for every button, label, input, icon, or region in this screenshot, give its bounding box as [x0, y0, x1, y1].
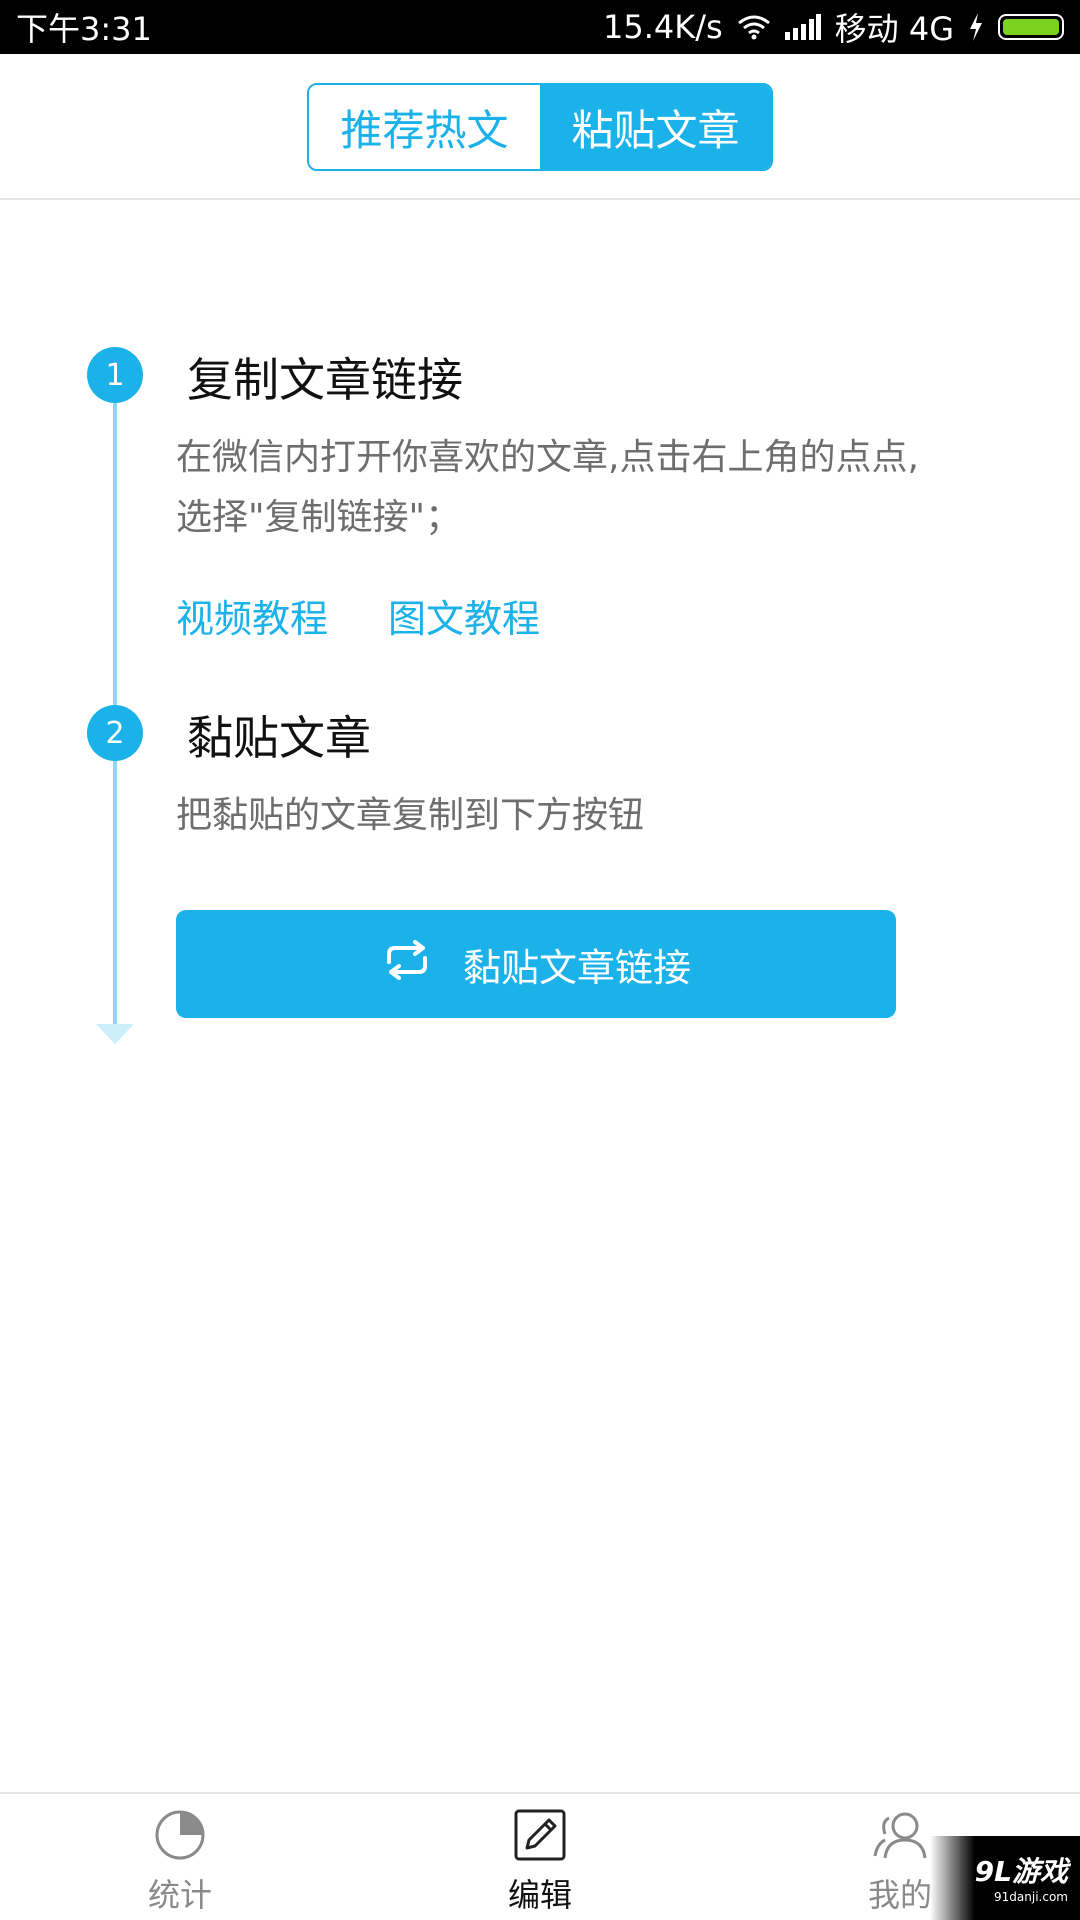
edit-icon — [513, 1808, 567, 1866]
status-bar: 下午3:31 15.4K/s 移动 4G — [0, 0, 1080, 54]
pie-chart-icon — [153, 1808, 207, 1866]
step-1-title: 复制文章链接 — [187, 353, 463, 407]
screen: 下午3:31 15.4K/s 移动 4G 推荐热文 粘贴文章 1 复制文章链接 … — [0, 0, 1080, 1920]
timeline-line — [113, 378, 117, 1026]
user-icon — [871, 1808, 929, 1866]
refresh-icon — [381, 939, 433, 989]
image-tutorial-link[interactable]: 图文教程 — [388, 588, 540, 643]
bottom-nav: 统计 编辑 我的 — [0, 1792, 1080, 1920]
step-2-title: 黏贴文章 — [187, 711, 371, 765]
header: 推荐热文 粘贴文章 — [0, 54, 1080, 200]
tab-recommended-articles[interactable]: 推荐热文 — [309, 85, 540, 169]
paste-article-link-button[interactable]: 黏贴文章链接 — [176, 910, 896, 1018]
battery-icon — [998, 14, 1064, 40]
signal-icon — [784, 14, 821, 40]
timeline-arrow-icon — [96, 1024, 134, 1044]
step-1-desc-line1: 在微信内打开你喜欢的文章,点击右上角的点点, — [176, 437, 919, 478]
nav-label-stats: 统计 — [147, 1876, 212, 1914]
step-1-badge: 1 — [87, 347, 143, 403]
nav-item-edit[interactable]: 编辑 — [360, 1794, 720, 1920]
charging-icon — [968, 13, 984, 41]
tab-switcher: 推荐热文 粘贴文章 — [307, 83, 773, 171]
watermark-sub: 91danji.com — [994, 1890, 1068, 1904]
nav-label-edit: 编辑 — [507, 1876, 572, 1914]
video-tutorial-link[interactable]: 视频教程 — [176, 588, 328, 643]
status-time: 下午3:31 — [16, 10, 152, 48]
paste-button-label: 黏贴文章链接 — [462, 945, 691, 990]
step-1-desc-line2: 选择"复制链接"； — [176, 497, 462, 538]
tab-paste-article[interactable]: 粘贴文章 — [540, 85, 771, 169]
battery-level — [1003, 19, 1059, 35]
watermark-logo: 9L游戏 91danji.com — [930, 1836, 1080, 1920]
step-2-badge: 2 — [87, 705, 143, 761]
network-speed: 15.4K/s — [602, 8, 723, 46]
nav-item-stats[interactable]: 统计 — [0, 1794, 360, 1920]
step-2-desc: 把黏贴的文章复制到下方按钮 — [176, 795, 645, 836]
nav-label-mine: 我的 — [867, 1876, 932, 1914]
wifi-icon — [737, 14, 771, 40]
status-right: 15.4K/s 移动 4G — [603, 4, 1064, 50]
watermark-main: 9L游戏 — [974, 1855, 1068, 1888]
carrier-label: 移动 4G — [834, 10, 954, 48]
